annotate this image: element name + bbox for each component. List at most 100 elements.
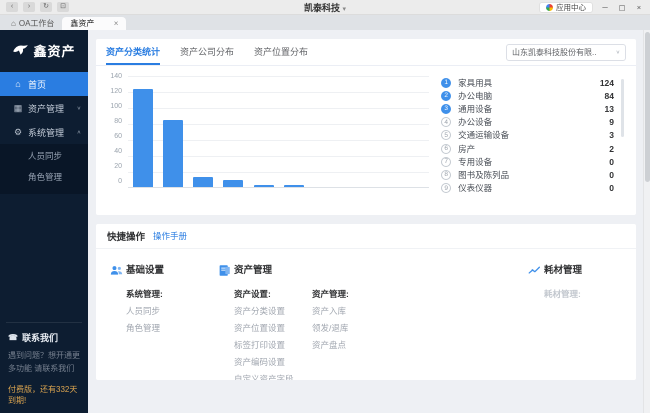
bar-column	[188, 76, 218, 187]
y-tick-label: 40	[106, 148, 122, 155]
scrollbar-thumb[interactable]	[645, 32, 650, 182]
contact-us[interactable]: ☎ 联系我们	[8, 331, 80, 344]
home-icon: ⌂	[13, 79, 23, 89]
ranking-row[interactable]: 8 图书及陈列品 0	[441, 168, 614, 181]
quick-link[interactable]: 资产入库	[312, 303, 370, 320]
tab-oa-workbench[interactable]: ⌂ OA工作台	[3, 17, 62, 30]
subsection-title: 系统管理:	[126, 288, 184, 300]
category-count: 84	[605, 91, 614, 101]
ranking-row[interactable]: 2 办公电脑 84	[441, 89, 614, 102]
category-count: 0	[609, 170, 614, 180]
category-name: 图书及陈列品	[458, 169, 509, 181]
quick-link[interactable]: 资产盘点	[312, 337, 370, 354]
bar[interactable]	[193, 177, 213, 187]
bar[interactable]	[223, 180, 243, 187]
quick-link[interactable]: 人员同步	[126, 303, 184, 320]
group-basic-settings: 基础设置 系统管理: 人员同步角色管理	[110, 264, 218, 380]
chevron-down-icon: ∨	[77, 105, 81, 111]
list-scrollbar[interactable]	[621, 79, 624, 137]
ranking-row[interactable]: 6 房产 2	[441, 142, 614, 155]
sidebar-item-system-management[interactable]: ⚙ 系统管理 ∧	[0, 120, 88, 144]
rank-badge: 6	[441, 144, 451, 154]
category-ranking-list: 1 家具用具 124 2 办公电脑 84 3 通用设备 13	[429, 76, 626, 209]
bar-column	[128, 76, 158, 187]
title-dropdown-icon[interactable]: ▾	[343, 6, 347, 13]
close-icon[interactable]: ×	[634, 3, 644, 12]
category-name: 专用设备	[458, 156, 492, 168]
quick-link[interactable]: 资产分类设置	[234, 303, 292, 320]
tab-xin-asset[interactable]: 鑫资产 ×	[62, 17, 126, 30]
y-tick-label: 0	[106, 178, 122, 185]
submenu-item[interactable]: 角色管理	[0, 167, 88, 188]
minimize-icon[interactable]: ─	[600, 3, 610, 12]
category-name: 家具用具	[458, 77, 492, 89]
y-tick-label: 100	[106, 103, 122, 110]
rank-badge: 7	[441, 157, 451, 167]
trend-icon	[528, 264, 541, 277]
y-tick-label: 20	[106, 163, 122, 170]
quick-link[interactable]: 资产编码设置	[234, 354, 292, 371]
bar[interactable]	[163, 120, 183, 187]
tab-asset-company-distribution[interactable]: 资产公司分布	[180, 39, 234, 65]
chart-plot-area	[128, 76, 429, 188]
back-icon[interactable]: ‹	[6, 2, 18, 12]
home-tab-icon: ⌂	[11, 19, 16, 28]
category-count: 0	[609, 183, 614, 193]
category-count: 124	[600, 78, 614, 88]
ranking-row[interactable]: 9 仪表仪器 0	[441, 182, 614, 195]
bar-column	[309, 76, 339, 187]
category-count: 3	[609, 130, 614, 140]
page-scrollbar[interactable]	[643, 30, 650, 413]
tab-asset-category-stats[interactable]: 资产分类统计	[106, 39, 160, 65]
ranking-row[interactable]: 5 交通运输设备 3	[441, 129, 614, 142]
browser-chrome: ‹ › ↻ ⊡ 凯泰科技 ▾ 应用中心 ─ ▢ ×	[0, 0, 650, 15]
reload-icon[interactable]: ↻	[40, 2, 52, 12]
rank-badge: 5	[441, 130, 451, 140]
category-count: 0	[609, 157, 614, 167]
ledger-icon	[218, 264, 231, 277]
submenu-item[interactable]: 人员同步	[0, 146, 88, 167]
category-count: 9	[609, 117, 614, 127]
maximize-icon[interactable]: ▢	[617, 3, 627, 12]
app-center-button[interactable]: 应用中心	[539, 2, 593, 13]
rank-badge: 2	[441, 91, 451, 101]
rank-badge: 8	[441, 170, 451, 180]
bar-column	[218, 76, 248, 187]
rank-badge: 9	[441, 183, 451, 193]
ranking-row[interactable]: 7 专用设备 0	[441, 155, 614, 168]
sidebar-item-asset-management[interactable]: ▦ 资产管理 ∨	[0, 96, 88, 120]
company-select[interactable]: 山东凯泰科技股份有限.. ∨	[506, 44, 626, 61]
quick-link[interactable]: 标签打印设置	[234, 337, 292, 354]
y-tick-label: 80	[106, 118, 122, 125]
sidebar: 鑫资产 ⌂ 首页 ▦ 资产管理 ∨ ⚙ 系统管理 ∧ 人员同步角色管理 ☎	[0, 30, 88, 413]
gear-icon: ⚙	[13, 127, 23, 138]
workbench-icon[interactable]: ⊡	[57, 2, 69, 12]
quick-operations-card: 快捷操作 操作手册 基础设置 系统管	[96, 224, 636, 380]
quick-link[interactable]: 资产位置设置	[234, 320, 292, 337]
tab-close-icon[interactable]: ×	[114, 19, 119, 28]
bar-column	[249, 76, 279, 187]
quick-link[interactable]: 自定义资产字段	[234, 371, 292, 380]
category-count: 2	[609, 144, 614, 154]
tab-asset-location-distribution[interactable]: 资产位置分布	[254, 39, 308, 65]
forward-icon[interactable]: ›	[23, 2, 35, 12]
sidebar-item-home[interactable]: ⌂ 首页	[0, 72, 88, 96]
chevron-up-icon: ∧	[77, 129, 81, 135]
bar[interactable]	[254, 185, 274, 187]
ranking-row[interactable]: 4 办公设备 9	[441, 116, 614, 129]
operation-manual-link[interactable]: 操作手册	[153, 230, 187, 242]
category-count: 13	[605, 104, 614, 114]
quick-link[interactable]: 角色管理	[126, 320, 184, 337]
contact-description: 遇到问题？想开通更多功能 请联系我们	[8, 350, 80, 375]
ranking-row[interactable]: 3 通用设备 13	[441, 102, 614, 115]
quick-link[interactable]: 领发/退库	[312, 320, 370, 337]
bar[interactable]	[133, 89, 153, 187]
asset-statistics-card: 资产分类统计 资产公司分布 资产位置分布 山东凯泰科技股份有限.. ∨ 1401…	[96, 39, 636, 215]
bar-column	[339, 76, 369, 187]
rank-badge: 4	[441, 117, 451, 127]
app-logo-text: 鑫资产	[33, 41, 75, 60]
bar[interactable]	[284, 185, 304, 187]
ranking-row[interactable]: 1 家具用具 124	[441, 76, 614, 89]
bar-column	[158, 76, 188, 187]
group-asset-management: 资产管理 资产设置: 资产分类设置资产位置设置标签打印设置资产编码设置自定义资产…	[218, 264, 528, 380]
